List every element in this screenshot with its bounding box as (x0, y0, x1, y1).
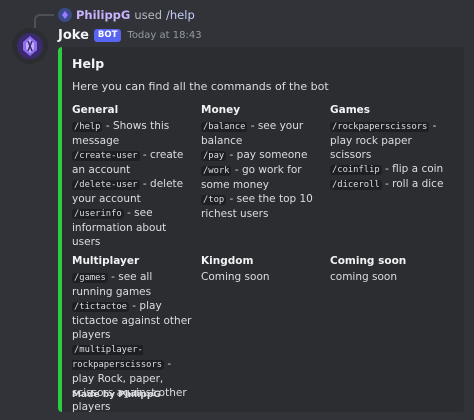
field-name: Kingdom (201, 255, 254, 267)
message-header: Joke BOT Today at 18:43 (58, 26, 202, 44)
embed-fields: General/help - Shows this message/create… (72, 104, 452, 414)
help-embed: Help Here you can find all the commands … (58, 47, 464, 414)
embed-field: Kingdom Coming soon (201, 255, 330, 414)
command-entry: /create-user - create an account (72, 148, 195, 177)
command-entry: /top - see the top 10 richest users (201, 192, 324, 221)
embed-footer: Made by PhilippG (72, 390, 161, 400)
field-value: /help - Shows this message/create-user -… (72, 119, 201, 249)
command-entry: /coinflip - flip a coin (330, 162, 453, 177)
field-name: Coming soon (330, 255, 407, 267)
command-code: /tictactoe (72, 302, 129, 312)
command-code: /coinflip (330, 165, 382, 175)
field-value: /balance - see your balance/pay - pay so… (201, 119, 330, 221)
command-code: /create-user (72, 151, 140, 161)
embed-field: Money/balance - see your balance/pay - p… (201, 104, 330, 249)
embed-field: Games/rockpaperscissors - play rock pape… (330, 104, 459, 249)
command-entry: /games - see all running games (72, 270, 195, 299)
field-name: General (72, 104, 119, 116)
embed-description: Here you can find all the commands of th… (72, 80, 329, 93)
reply-username[interactable]: PhilippG (76, 8, 130, 22)
command-code: /userinfo (72, 209, 124, 219)
command-code: /games (72, 273, 108, 283)
reply-user-avatar[interactable] (58, 8, 72, 22)
command-entry: /work - go work for some money (201, 163, 324, 192)
command-code: /help (72, 122, 103, 132)
reply-reference[interactable]: PhilippG used /help (58, 6, 195, 24)
command-entry: /userinfo - see information about users (72, 206, 195, 249)
command-entry: coming soon (330, 270, 453, 284)
field-name: Money (201, 104, 241, 116)
command-code: /top (201, 195, 227, 205)
command-code: /diceroll (330, 180, 382, 190)
author-name[interactable]: Joke (58, 28, 89, 43)
command-entry: /pay - pay someone (201, 148, 324, 163)
command-description: coming soon (330, 271, 397, 283)
command-entry: /multiplayer-rockpaperscissors - play Ro… (72, 342, 195, 414)
command-entry: /balance - see your balance (201, 119, 324, 148)
embed-field: Coming soon coming soon (330, 255, 459, 414)
command-description: - flip a coin (381, 163, 444, 175)
command-description: - pay someone (226, 149, 308, 161)
command-entry: /tictactoe - play tictactoe against othe… (72, 299, 195, 342)
embed-field: General/help - Shows this message/create… (72, 104, 201, 249)
bot-badge: BOT (93, 28, 122, 42)
command-entry: Coming soon (201, 270, 324, 284)
command-entry: /diceroll - roll a dice (330, 177, 453, 192)
field-name: Games (330, 104, 371, 116)
field-value: /rockpaperscissors - play rock paper sci… (330, 119, 459, 192)
command-code: /work (201, 166, 232, 176)
reply-verb: used (134, 8, 163, 22)
reply-command[interactable]: /help (166, 8, 195, 22)
command-code: /balance (201, 122, 248, 132)
reply-connector (34, 14, 54, 28)
command-description: - roll a dice (381, 178, 444, 190)
command-code: /multiplayer-rockpaperscissors (72, 345, 165, 370)
command-description: Coming soon (201, 271, 270, 283)
bot-logo-icon (17, 33, 43, 59)
command-code: /rockpaperscissors (330, 122, 430, 132)
embed-title: Help (72, 56, 105, 71)
command-entry: /rockpaperscissors - play rock paper sci… (330, 119, 453, 162)
command-code: /delete-user (72, 180, 140, 190)
bot-avatar[interactable] (12, 28, 48, 64)
message-timestamp[interactable]: Today at 18:43 (127, 30, 201, 41)
command-entry: /help - Shows this message (72, 119, 195, 148)
field-value: coming soon (330, 270, 459, 284)
command-entry: /delete-user - delete your account (72, 177, 195, 206)
command-code: /pay (201, 151, 227, 161)
field-name: Multiplayer (72, 255, 140, 267)
field-value: Coming soon (201, 270, 330, 284)
